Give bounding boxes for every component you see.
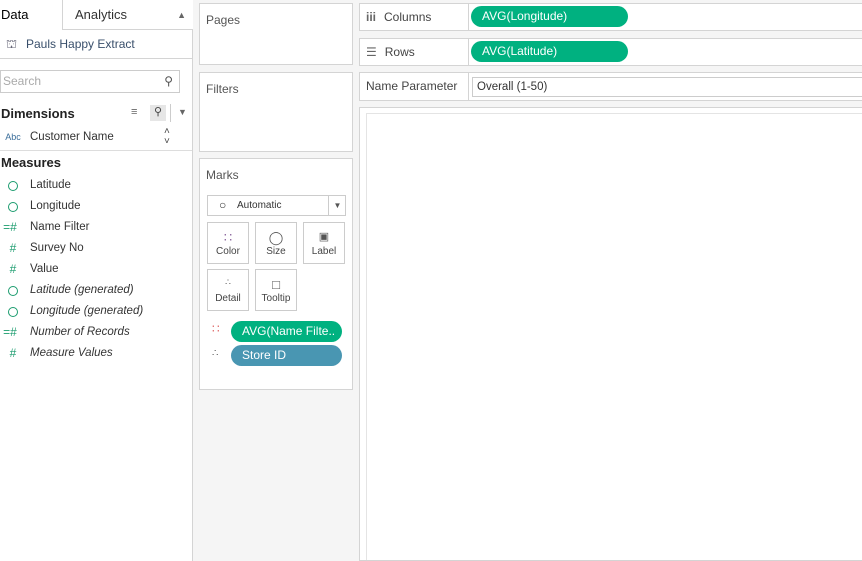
tab-analytics[interactable]: Analytics ▲: [62, 0, 193, 30]
rows-pill[interactable]: AVG(Latitude): [471, 41, 628, 62]
divider: [170, 104, 171, 122]
rows-icon: ☰: [366, 45, 377, 59]
color-icon: ∷: [212, 322, 220, 336]
field-label: Survey No: [30, 242, 84, 254]
tooltip-button[interactable]: □ Tooltip: [255, 269, 297, 311]
worksheet-area[interactable]: [366, 113, 862, 560]
marks-card: Marks ○ Automatic ▼ ∷ Color ◯ Size ▣ Label …: [199, 158, 353, 390]
measure-item[interactable]: Latitude (generated): [0, 280, 192, 301]
parameter-dropdown[interactable]: Overall (1-50): [472, 77, 862, 97]
label-button[interactable]: ▣ Label: [303, 222, 345, 264]
field-label: Measure Values: [30, 347, 113, 359]
field-label: Number of Records: [30, 326, 130, 338]
columns-label-text: Columns: [384, 10, 432, 24]
dimension-item[interactable]: Abc Customer Name ˄ ˅: [0, 127, 192, 148]
measure-item[interactable]: Longitude: [0, 196, 192, 217]
circle-icon: ○: [219, 198, 227, 212]
field-label: Latitude (generated): [30, 284, 134, 296]
tooltip-label: Tooltip: [261, 293, 291, 304]
field-label: Value: [30, 263, 59, 275]
scroll-arrows-icon[interactable]: ˄ ˅: [164, 127, 170, 147]
detail-label: Detail: [215, 293, 241, 304]
color-button[interactable]: ∷ Color: [207, 222, 249, 264]
measure-item[interactable]: # Survey No: [0, 238, 192, 259]
chevron-down-icon[interactable]: ▼: [328, 196, 346, 215]
filters-card[interactable]: Filters: [199, 72, 353, 152]
search-placeholder: Search: [3, 74, 42, 88]
color-label: Color: [216, 246, 240, 257]
rows-label: ☰ Rows: [360, 39, 469, 65]
calc-number-icon: =#: [3, 325, 17, 339]
color-pill[interactable]: AVG(Name Filte..: [231, 321, 342, 342]
rows-shelf[interactable]: ☰ Rows AVG(Latitude): [359, 38, 862, 66]
parameter-label: Name Parameter: [360, 73, 469, 100]
detail-icon: ∴: [225, 277, 231, 287]
columns-shelf[interactable]: iii Columns AVG(Longitude): [359, 3, 862, 31]
pages-title: Pages: [206, 13, 241, 27]
label-label: Label: [311, 246, 337, 257]
menu-dropdown-icon[interactable]: ▼: [178, 107, 187, 117]
rows-label-text: Rows: [384, 45, 415, 59]
measure-item[interactable]: Latitude: [0, 175, 192, 196]
measures-title: Measures: [1, 155, 61, 170]
field-label: Longitude (generated): [30, 305, 144, 317]
mark-type-dropdown[interactable]: ○ Automatic ▼: [207, 195, 346, 216]
field-label: Longitude: [30, 200, 81, 212]
size-icon: ◯: [268, 230, 284, 245]
globe-icon: [4, 301, 22, 322]
globe-icon: [4, 280, 22, 301]
detail-icon: ∴: [212, 348, 219, 359]
field-label: Name Filter: [30, 221, 90, 233]
size-label: Size: [266, 246, 286, 257]
marks-title: Marks: [206, 168, 239, 182]
dimensions-title: Dimensions: [1, 106, 75, 121]
columns-label: iii Columns: [360, 4, 469, 30]
calc-number-icon: =#: [3, 220, 17, 234]
database-icon: ⛫: [6, 37, 18, 51]
data-source-name: Pauls Happy Extract: [26, 37, 135, 51]
search-input[interactable]: Search ⚲: [0, 70, 180, 93]
pages-card[interactable]: Pages: [199, 3, 353, 65]
measure-item[interactable]: =# Name Filter: [0, 217, 192, 238]
data-source[interactable]: ⛫ Pauls Happy Extract: [0, 30, 192, 59]
mark-type-value: Automatic: [237, 200, 282, 211]
columns-icon: iii: [366, 10, 377, 24]
measure-item[interactable]: =# Number of Records: [0, 322, 192, 343]
find-field-icon[interactable]: ⚲: [150, 105, 166, 121]
size-button[interactable]: ◯ Size: [255, 222, 297, 264]
sort-arrows-icon[interactable]: ▲: [177, 0, 186, 30]
columns-pill[interactable]: AVG(Longitude): [471, 6, 628, 27]
parameter-control: Name Parameter Overall (1-50): [359, 72, 862, 101]
globe-icon: [4, 196, 22, 217]
number-icon: #: [9, 346, 17, 360]
field-label: Customer Name: [30, 131, 114, 143]
measure-item[interactable]: # Value: [0, 259, 192, 280]
search-icon[interactable]: ⚲: [164, 71, 173, 92]
divider: [0, 150, 192, 151]
tooltip-icon: □: [272, 277, 280, 292]
data-pane: Data Analytics ▲ ⛫ Pauls Happy Extract Se…: [0, 0, 193, 561]
globe-icon: [4, 175, 22, 196]
filters-title: Filters: [206, 82, 239, 96]
detail-button[interactable]: ∴ Detail: [207, 269, 249, 311]
field-label: Latitude: [30, 179, 71, 191]
color-icon: ∷: [223, 230, 233, 245]
label-icon: ▣: [318, 231, 330, 243]
detail-pill[interactable]: Store ID: [231, 345, 342, 366]
tab-analytics-label: Analytics: [75, 7, 128, 22]
measure-item[interactable]: Longitude (generated): [0, 301, 192, 322]
number-icon: #: [9, 241, 17, 255]
tab-data[interactable]: Data: [0, 0, 62, 30]
string-type-icon: Abc: [5, 132, 21, 142]
list-view-icon[interactable]: ≡: [131, 106, 137, 118]
measure-item[interactable]: # Measure Values: [0, 343, 192, 364]
number-icon: #: [9, 262, 17, 276]
view-canvas[interactable]: [359, 107, 862, 561]
